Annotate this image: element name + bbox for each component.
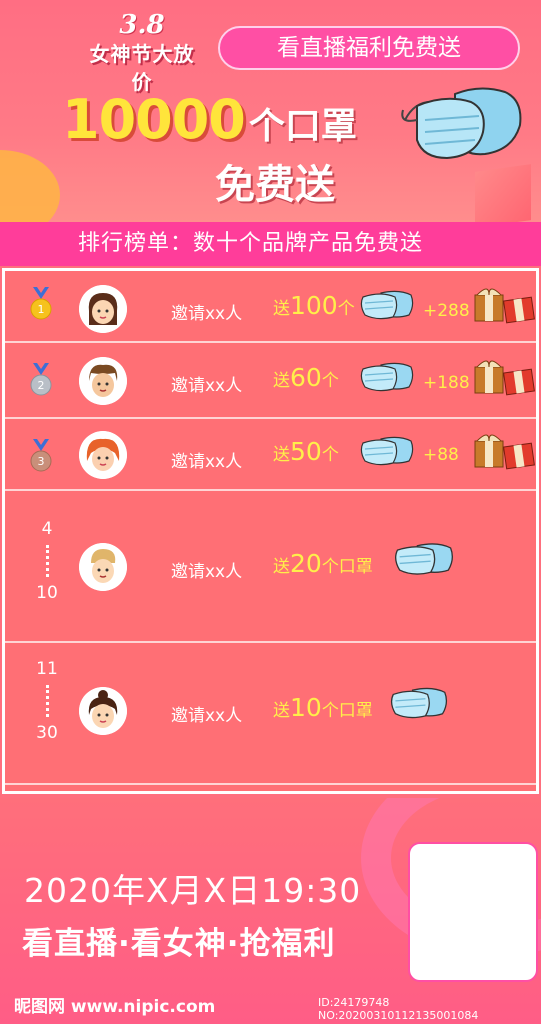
avatar bbox=[79, 285, 127, 333]
range-start: 11 bbox=[36, 659, 58, 679]
watermark-id: ID:24179748 NO:20200310112135001084 bbox=[318, 996, 479, 1022]
list-item: 11 30 邀请xx人 送10个口罩 bbox=[5, 643, 536, 783]
logo-number: 3.8 bbox=[119, 10, 165, 40]
mask-icon bbox=[401, 87, 522, 160]
svg-text:1: 1 bbox=[38, 303, 45, 316]
watch-live-button[interactable]: 看直播福利免费送 bbox=[218, 26, 520, 70]
mask-icon bbox=[360, 362, 414, 392]
mask-icon bbox=[395, 543, 453, 575]
reward-text: 送50个 bbox=[273, 437, 339, 466]
invite-label: 邀请xx人 bbox=[171, 376, 243, 396]
svg-text:3: 3 bbox=[38, 455, 45, 468]
ranking-list: 1 邀请xx人 送100个 +288 2 邀请xx人 送60个 +188 3 邀… bbox=[2, 268, 539, 794]
decor-cube bbox=[475, 164, 531, 222]
range-start: 4 bbox=[41, 519, 53, 539]
mask-icon bbox=[390, 687, 448, 719]
range-dots bbox=[45, 685, 49, 717]
avatar bbox=[79, 687, 127, 735]
footer: 2020年X月X日19:30 看直播·看女神·抢福利 昵图网 www.nipic… bbox=[0, 798, 541, 1024]
avatar bbox=[79, 431, 127, 479]
reward-text: 送100个 bbox=[273, 291, 355, 320]
gift-box-icon bbox=[474, 360, 535, 396]
decor-blob bbox=[0, 150, 60, 222]
event-logo: 3.8 女神节大放价 bbox=[82, 10, 202, 94]
title-text: 个口罩 bbox=[248, 106, 357, 147]
invite-label: 邀请xx人 bbox=[171, 304, 243, 324]
list-item: 3 邀请xx人 送50个 +88 bbox=[5, 419, 536, 489]
gift-box-icon bbox=[474, 288, 535, 324]
mask-icon bbox=[360, 290, 414, 320]
reward-text: 送20个口罩 bbox=[273, 549, 373, 578]
list-item: 2 邀请xx人 送60个 +188 bbox=[5, 343, 536, 417]
rank-range: 11 30 bbox=[27, 659, 67, 743]
bronze-medal-icon: 3 bbox=[30, 439, 52, 472]
list-item: 4 10 邀请xx人 送20个口罩 bbox=[5, 491, 536, 641]
rank-range: 4 10 bbox=[27, 519, 67, 603]
invite-label: 邀请xx人 bbox=[171, 562, 243, 582]
live-date: 2020年X月X日19:30 bbox=[24, 871, 362, 910]
title-number: 10000 bbox=[62, 88, 246, 151]
silver-medal-icon: 2 bbox=[30, 363, 52, 396]
bonus-label: +88 bbox=[423, 445, 459, 465]
invite-label: 邀请xx人 bbox=[171, 706, 243, 726]
range-end: 30 bbox=[36, 723, 58, 743]
list-item: 1 邀请xx人 送100个 +288 bbox=[5, 271, 536, 343]
divider bbox=[5, 783, 536, 785]
gift-box-icon bbox=[474, 434, 535, 470]
bonus-label: +288 bbox=[423, 301, 470, 321]
range-dots bbox=[45, 545, 49, 577]
svg-text:2: 2 bbox=[38, 379, 45, 392]
invite-label: 邀请xx人 bbox=[171, 452, 243, 472]
main-title: 10000 个口罩 bbox=[62, 88, 402, 151]
range-end: 10 bbox=[36, 583, 58, 603]
reward-text: 送60个 bbox=[273, 363, 339, 392]
reward-text: 送10个口罩 bbox=[273, 693, 373, 722]
slogan: 看直播·看女神·抢福利 bbox=[22, 926, 336, 962]
rank-banner: 排行榜单：数十个品牌产品免费送 bbox=[0, 222, 541, 266]
bonus-label: +188 bbox=[423, 373, 470, 393]
avatar bbox=[79, 357, 127, 405]
title-subtitle: 免费送 bbox=[215, 162, 335, 208]
header: 3.8 女神节大放价 看直播福利免费送 10000 个口罩 免费送 bbox=[0, 0, 541, 222]
watermark-site: 昵图网 www.nipic.com bbox=[14, 997, 216, 1017]
avatar bbox=[79, 543, 127, 591]
qr-code-placeholder[interactable] bbox=[408, 842, 538, 982]
gold-medal-icon: 1 bbox=[30, 287, 52, 320]
mask-icon bbox=[360, 436, 414, 466]
